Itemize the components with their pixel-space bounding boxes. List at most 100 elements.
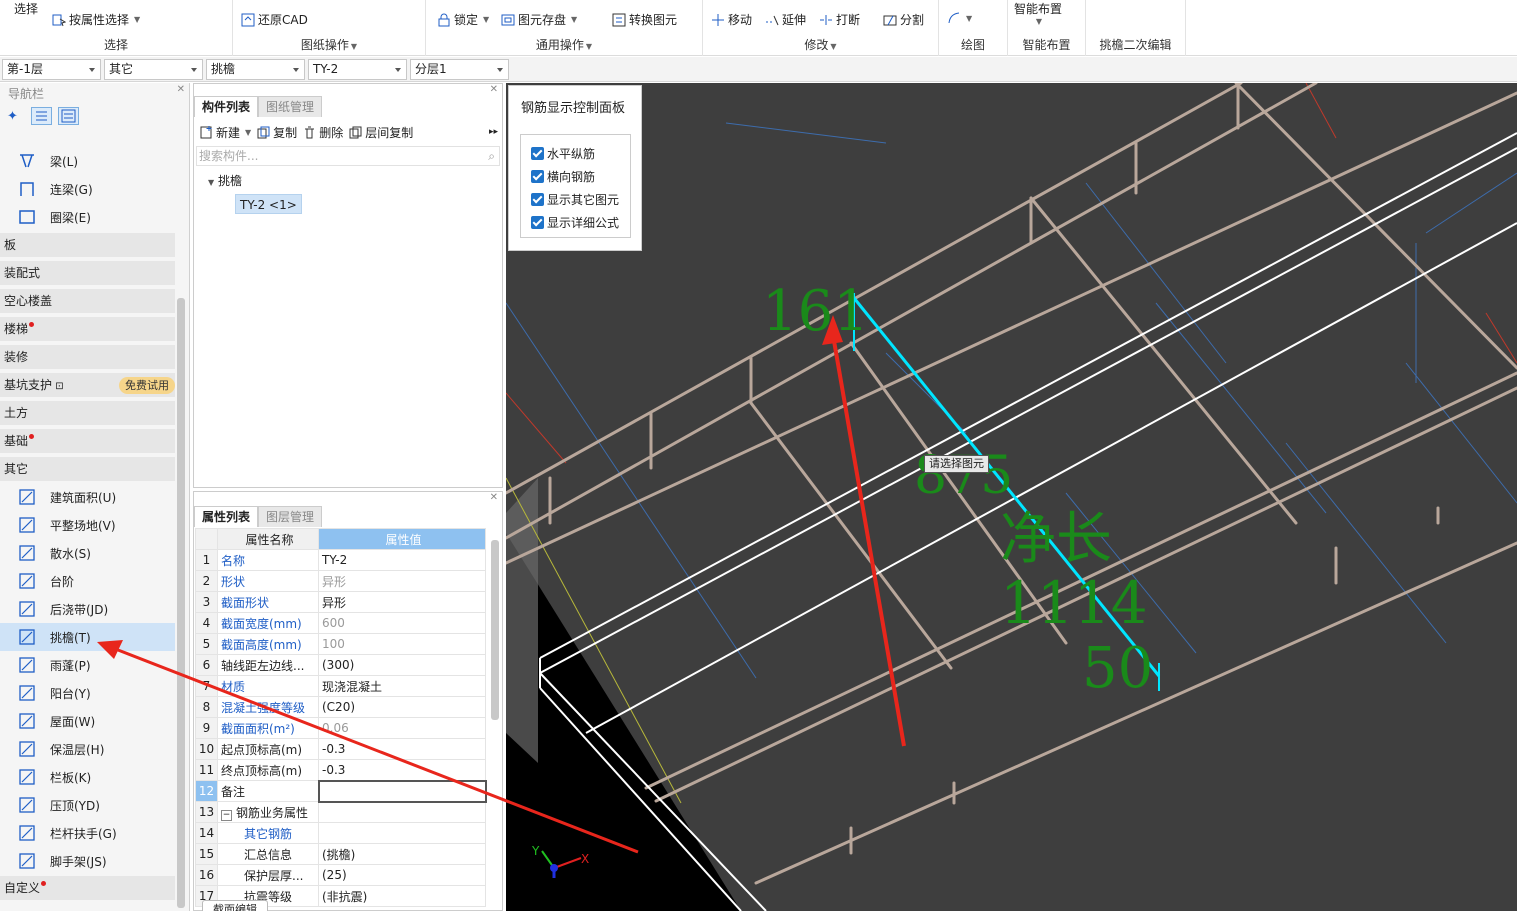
property-row[interactable]: 10 起点顶标高(m) -0.3 bbox=[195, 738, 486, 760]
checkbox-horizontal-rebar[interactable]: 水平纵筋 bbox=[531, 145, 595, 162]
nav-category[interactable]: 其它 bbox=[0, 457, 175, 482]
component-type-select[interactable]: 挑檐 bbox=[206, 59, 305, 80]
tab-component-list[interactable]: 构件列表 bbox=[194, 96, 259, 117]
property-value-cell[interactable] bbox=[318, 822, 486, 844]
group-title-general-ops[interactable]: 通用操作 ▼ bbox=[426, 36, 702, 53]
convert-element-button[interactable]: 转换图元 bbox=[612, 11, 677, 28]
nav-item[interactable]: 散水(S) bbox=[0, 539, 175, 567]
property-row[interactable]: 3 截面形状 异形 bbox=[195, 591, 486, 613]
tab-layer-management[interactable]: 图层管理 bbox=[258, 506, 323, 527]
close-icon[interactable]: ✕ bbox=[490, 84, 498, 95]
nav-category[interactable]: 基坑支护 ⊡ 免费试用 bbox=[0, 373, 175, 398]
move-button[interactable]: 移动 bbox=[711, 11, 752, 28]
property-value-cell[interactable]: 现浇混凝土 bbox=[318, 675, 486, 697]
sublayer-select[interactable]: 分层1 bbox=[410, 59, 509, 80]
property-row[interactable]: 2 形状 异形 bbox=[195, 570, 486, 592]
close-icon[interactable]: ✕ bbox=[490, 492, 498, 503]
nav-item[interactable]: 保温层(H) bbox=[0, 735, 175, 763]
checkbox-show-formula[interactable]: 显示详细公式 bbox=[531, 214, 619, 231]
property-row[interactable]: 5 截面高度(mm) 100 bbox=[195, 633, 486, 655]
property-value-cell[interactable]: (25) bbox=[318, 864, 486, 886]
nav-category[interactable]: 装修 bbox=[0, 345, 175, 370]
nav-category-custom[interactable]: 自定义 bbox=[0, 876, 175, 901]
nav-item[interactable]: 雨蓬(P) bbox=[0, 651, 175, 679]
component-search-input[interactable]: 搜索构件... ⌕ bbox=[196, 146, 500, 166]
checkbox-checked-icon[interactable] bbox=[531, 170, 544, 183]
tree-item-ty2[interactable]: TY-2 <1> bbox=[235, 194, 302, 214]
property-row[interactable]: 15 汇总信息 (挑檐) bbox=[195, 843, 486, 865]
break-button[interactable]: 打断 bbox=[819, 11, 860, 28]
tree-node-eave[interactable]: ▼ 挑檐 bbox=[208, 172, 242, 189]
property-value-cell[interactable]: 异形 bbox=[318, 570, 486, 592]
more-icon[interactable]: ▸▸ bbox=[489, 127, 498, 137]
lock-button[interactable]: 锁定 ▼ bbox=[437, 11, 489, 28]
nav-category[interactable]: 空心楼盖 bbox=[0, 289, 175, 314]
property-value-cell[interactable]: (C20) bbox=[318, 696, 486, 718]
property-row[interactable]: 14 其它钢筋 bbox=[195, 822, 486, 844]
nav-item[interactable]: 连梁(G) bbox=[0, 175, 175, 203]
property-value-cell[interactable]: 100 bbox=[318, 633, 486, 655]
delete-component-button[interactable]: 删除 bbox=[303, 124, 343, 141]
select-button[interactable]: 选择 bbox=[14, 0, 38, 17]
search-icon[interactable]: ⌕ bbox=[488, 147, 495, 165]
floor-copy-button[interactable]: 层间复制 bbox=[349, 124, 413, 141]
extend-button[interactable]: 延伸 bbox=[765, 11, 806, 28]
nav-item[interactable]: 台阶 bbox=[0, 567, 175, 595]
property-value-cell[interactable]: (非抗震) bbox=[318, 885, 486, 907]
arc-draw-button[interactable]: ▼ bbox=[947, 11, 972, 25]
property-value-cell[interactable]: (300) bbox=[318, 654, 486, 676]
property-value-cell[interactable] bbox=[317, 779, 487, 803]
property-value-cell[interactable]: 0.06 bbox=[318, 717, 486, 739]
nav-item[interactable]: 阳台(Y) bbox=[0, 679, 175, 707]
nav-item[interactable]: 建筑面积(U) bbox=[0, 483, 175, 511]
nav-item[interactable]: 栏杆扶手(G) bbox=[0, 819, 175, 847]
nav-category[interactable]: 板 bbox=[0, 233, 175, 258]
property-row[interactable]: 11 终点顶标高(m) -0.3 bbox=[195, 759, 486, 781]
copy-component-button[interactable]: 复制 bbox=[257, 124, 297, 141]
floor-select[interactable]: 第-1层 bbox=[2, 59, 101, 80]
chevron-down-icon[interactable]: ▼ bbox=[208, 178, 214, 187]
list-view-icon[interactable] bbox=[31, 107, 52, 125]
tab-drawing-management[interactable]: 图纸管理 bbox=[258, 96, 323, 117]
property-value-cell[interactable]: TY-2 bbox=[318, 549, 486, 571]
smart-layout-button[interactable]: 智能布置 ▼ bbox=[1014, 0, 1062, 26]
group-title-drawing-ops[interactable]: 图纸操作 ▼ bbox=[233, 36, 425, 53]
nav-item[interactable]: 压顶(YD) bbox=[0, 791, 175, 819]
property-row[interactable]: 4 截面宽度(mm) 600 bbox=[195, 612, 486, 634]
property-row[interactable]: 12 备注 bbox=[195, 779, 487, 803]
property-value-cell[interactable] bbox=[318, 801, 486, 823]
category-select[interactable]: 其它 bbox=[104, 59, 203, 80]
nav-category[interactable]: 基础 bbox=[0, 429, 175, 454]
component-select[interactable]: TY-2 bbox=[308, 59, 407, 80]
property-value-cell[interactable]: (挑檐) bbox=[318, 843, 486, 865]
nav-category[interactable]: 装配式 bbox=[0, 261, 175, 286]
nav-category[interactable]: 楼梯 bbox=[0, 317, 175, 342]
property-value-cell[interactable]: -0.3 bbox=[318, 759, 486, 781]
detail-view-icon[interactable] bbox=[58, 107, 79, 125]
property-row[interactable]: 6 轴线距左边线... (300) bbox=[195, 654, 486, 676]
nav-item[interactable]: 梁(L) bbox=[0, 147, 175, 175]
nav-item[interactable]: 挑檐(T) bbox=[0, 623, 175, 651]
property-row[interactable]: 8 混凝土强度等级 (C20) bbox=[195, 696, 486, 718]
pin-icon[interactable]: ✦ bbox=[7, 109, 18, 124]
property-value-cell[interactable]: 600 bbox=[318, 612, 486, 634]
nav-item[interactable]: 平整场地(V) bbox=[0, 511, 175, 539]
property-row[interactable]: 13− 钢筋业务属性 bbox=[195, 801, 486, 823]
checkbox-transverse-rebar[interactable]: 横向钢筋 bbox=[531, 168, 595, 185]
nav-item[interactable]: 屋面(W) bbox=[0, 707, 175, 735]
new-component-button[interactable]: 新建 ▼ bbox=[200, 124, 251, 141]
checkbox-show-other-elements[interactable]: 显示其它图元 bbox=[531, 191, 619, 208]
element-save-button[interactable]: 图元存盘 ▼ bbox=[501, 11, 577, 28]
property-row[interactable]: 9 截面面积(m²) 0.06 bbox=[195, 717, 486, 739]
nav-item[interactable]: 脚手架(JS) bbox=[0, 847, 175, 875]
nav-item[interactable]: 后浇带(JD) bbox=[0, 595, 175, 623]
nav-scrollbar[interactable] bbox=[177, 298, 185, 908]
group-title-modify[interactable]: 修改 ▼ bbox=[703, 36, 938, 53]
property-row[interactable]: 1 名称 TY-2 bbox=[195, 549, 486, 571]
checkbox-checked-icon[interactable] bbox=[531, 147, 544, 160]
tab-property-list[interactable]: 属性列表 bbox=[194, 506, 259, 527]
property-row[interactable]: 7 材质 现浇混凝土 bbox=[195, 675, 486, 697]
split-button[interactable]: 分割 bbox=[883, 11, 924, 28]
section-edit-tab[interactable]: 截面编辑 bbox=[202, 900, 268, 911]
collapse-icon[interactable]: − bbox=[221, 809, 232, 821]
